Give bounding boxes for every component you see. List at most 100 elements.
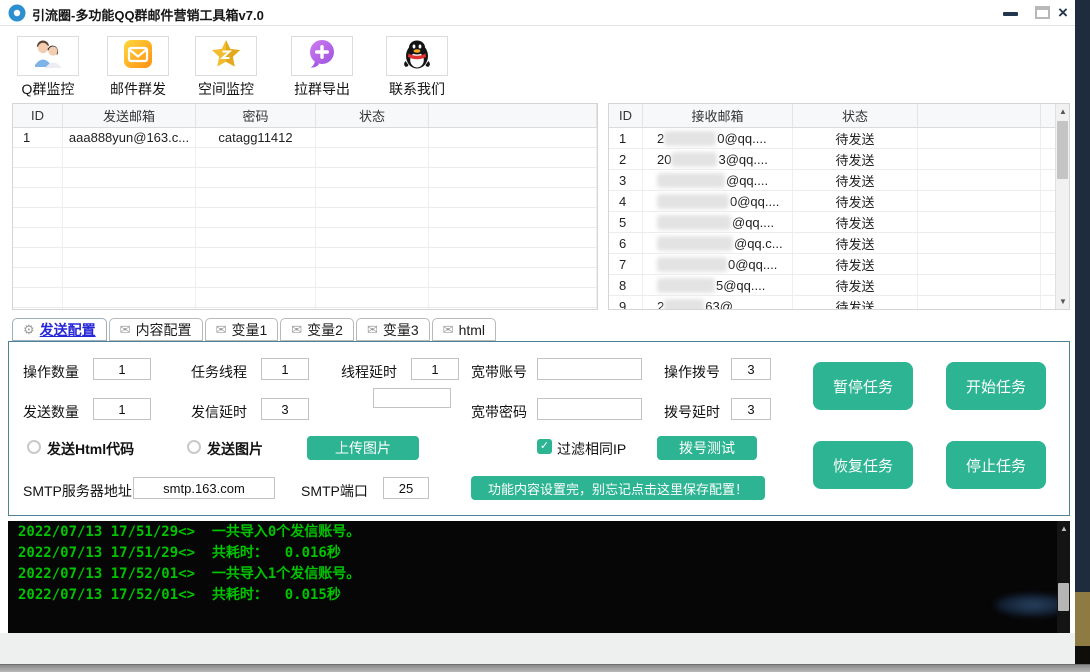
- mail-icon: ✉: [120, 322, 131, 338]
- dial-delay-label: 拨号延时: [664, 402, 720, 422]
- taskbar: [0, 664, 1090, 672]
- table-row[interactable]: 70@qq....待发送: [609, 254, 1069, 275]
- table-row[interactable]: [13, 268, 597, 288]
- filter-same-ip-label: 过滤相同IP: [557, 439, 626, 459]
- send-config-panel: 操作数量 任务线程 线程延时 宽带账号 操作拨号 发送数量 发信延时 宽带密码 …: [8, 341, 1070, 516]
- toolbar-item-4[interactable]: 拉群导出: [289, 36, 355, 99]
- log-scrollbar[interactable]: ▲: [1057, 521, 1070, 633]
- broadband-password-input[interactable]: [537, 398, 642, 420]
- status-cell: 待发送: [793, 254, 918, 274]
- toolbar-item-1[interactable]: Q群监控: [15, 36, 81, 99]
- tab-4[interactable]: ✉变量2: [280, 318, 354, 341]
- send-html-radio[interactable]: [27, 440, 41, 454]
- stop-task-button[interactable]: 停止任务: [946, 441, 1046, 489]
- smtp-server-input[interactable]: [133, 477, 275, 499]
- table-row[interactable]: [13, 148, 597, 168]
- table-row[interactable]: 6@qq.c...待发送: [609, 233, 1069, 254]
- send-image-radio-label: 发送图片: [207, 439, 263, 459]
- spare-input[interactable]: [373, 388, 451, 408]
- save-config-button[interactable]: 功能内容设置完，别忘记点击这里保存配置！: [471, 476, 765, 500]
- operation-count-input[interactable]: [93, 358, 151, 380]
- tab-2[interactable]: ✉内容配置: [109, 318, 203, 341]
- receiver-emails-table: ID接收邮箱状态 120@qq....待发送2203@qq....待发送3@qq…: [608, 103, 1070, 310]
- table-row[interactable]: [13, 168, 597, 188]
- redacted-email-blur: [671, 152, 717, 167]
- table-row[interactable]: 3@qq....待发送: [609, 170, 1069, 191]
- config-tabs: ⚙发送配置✉内容配置✉变量1✉变量2✉变量3✉html: [12, 318, 498, 342]
- redacted-email-blur: [657, 278, 715, 293]
- redacted-email-blur: [657, 257, 727, 272]
- toolbar-item-5[interactable]: 联系我们: [384, 36, 450, 99]
- status-cell: 待发送: [793, 212, 918, 232]
- toolbar-item-2[interactable]: 邮件群发: [105, 36, 171, 99]
- scrollbar-thumb[interactable]: [1057, 121, 1068, 179]
- smtp-port-input[interactable]: [383, 477, 429, 499]
- table-row[interactable]: [13, 308, 597, 310]
- log-line: 2022/07/13 17/51/29<> 共耗时： 0.016秒: [18, 544, 1070, 563]
- table-row[interactable]: [13, 188, 597, 208]
- broadband-account-input[interactable]: [537, 358, 642, 380]
- redacted-email-blur: [664, 299, 704, 311]
- tab-5[interactable]: ✉变量3: [356, 318, 430, 341]
- broadband-account-label: 宽带账号: [471, 362, 527, 382]
- scrollbar-thumb[interactable]: [1058, 583, 1069, 611]
- table-row[interactable]: 2203@qq....待发送: [609, 149, 1069, 170]
- app-window: 引流圈-多功能QQ群邮件营销工具箱v7.0 × Q群监控邮件群发空间监控拉群导出…: [0, 0, 1075, 663]
- operation-dial-label: 操作拨号: [664, 362, 720, 382]
- gear-icon: ⚙: [23, 322, 35, 338]
- mail-bulk-icon: [122, 38, 154, 75]
- dial-test-button[interactable]: 拨号测试: [657, 436, 757, 460]
- operation-dial-input[interactable]: [731, 358, 771, 380]
- table-row[interactable]: 40@qq....待发送: [609, 191, 1069, 212]
- window-bottom-frame: [0, 633, 1075, 663]
- filter-same-ip-checkbox[interactable]: ✓: [537, 439, 552, 454]
- close-button[interactable]: ×: [1048, 0, 1078, 26]
- dial-delay-input[interactable]: [731, 398, 771, 420]
- table-row[interactable]: 85@qq....待发送: [609, 275, 1069, 296]
- scroll-up-icon[interactable]: ▲: [1057, 521, 1070, 536]
- table-row[interactable]: 5@qq....待发送: [609, 212, 1069, 233]
- tab-1[interactable]: ⚙发送配置: [12, 318, 107, 341]
- qzone-star-icon: [210, 38, 242, 75]
- tab-3[interactable]: ✉变量1: [205, 318, 279, 341]
- resume-task-button[interactable]: 恢复任务: [813, 441, 913, 489]
- scroll-up-icon[interactable]: ▲: [1056, 104, 1070, 119]
- redacted-email-blur: [657, 173, 725, 188]
- redacted-email-blur: [657, 194, 729, 209]
- send-html-radio-label: 发送Html代码: [47, 439, 134, 459]
- tab-6[interactable]: ✉html: [432, 318, 496, 341]
- start-task-button[interactable]: 开始任务: [946, 362, 1046, 410]
- log-line: 2022/07/13 17/52/01<> 共耗时： 0.015秒: [18, 586, 1070, 605]
- task-threads-input[interactable]: [261, 358, 309, 380]
- qq-penguin-icon: [401, 38, 433, 75]
- send-count-label: 发送数量: [23, 402, 79, 422]
- broadband-password-label: 宽带密码: [471, 402, 527, 422]
- log-lines: 2022/07/13 17/51/29<> 一共导入0个发信账号。2022/07…: [8, 523, 1070, 605]
- table-row[interactable]: 120@qq....待发送: [609, 128, 1069, 149]
- table-row[interactable]: [13, 288, 597, 308]
- thread-delay-input[interactable]: [411, 358, 459, 380]
- table-row[interactable]: [13, 248, 597, 268]
- send-delay-input[interactable]: [261, 398, 309, 420]
- main-toolbar: Q群监控邮件群发空间监控拉群导出联系我们: [0, 30, 1075, 100]
- table-row[interactable]: 9263@...待发送: [609, 296, 1069, 310]
- scroll-down-icon[interactable]: ▼: [1056, 294, 1070, 309]
- task-threads-label: 任务线程: [191, 362, 247, 382]
- receiver-table-scrollbar[interactable]: ▲ ▼: [1055, 104, 1069, 309]
- table-row[interactable]: [13, 228, 597, 248]
- mail-icon: ✉: [216, 322, 227, 338]
- status-cell: 待发送: [793, 233, 918, 253]
- minimize-button[interactable]: [995, 0, 1025, 26]
- table-row[interactable]: 1aaa888yun@163.c...catagg11412: [13, 128, 597, 148]
- smtp-server-label: SMTP服务器地址: [23, 481, 132, 501]
- upload-image-button[interactable]: 上传图片: [307, 436, 419, 460]
- send-count-input[interactable]: [93, 398, 151, 420]
- title-bar: 引流圈-多功能QQ群邮件营销工具箱v7.0 ×: [0, 0, 1075, 26]
- table-row[interactable]: [13, 208, 597, 228]
- pause-task-button[interactable]: 暂停任务: [813, 362, 913, 410]
- mail-icon: ✉: [367, 322, 378, 338]
- toolbar-item-3[interactable]: 空间监控: [193, 36, 259, 99]
- operation-count-label: 操作数量: [23, 362, 79, 382]
- send-image-radio[interactable]: [187, 440, 201, 454]
- smtp-port-label: SMTP端口: [301, 481, 368, 501]
